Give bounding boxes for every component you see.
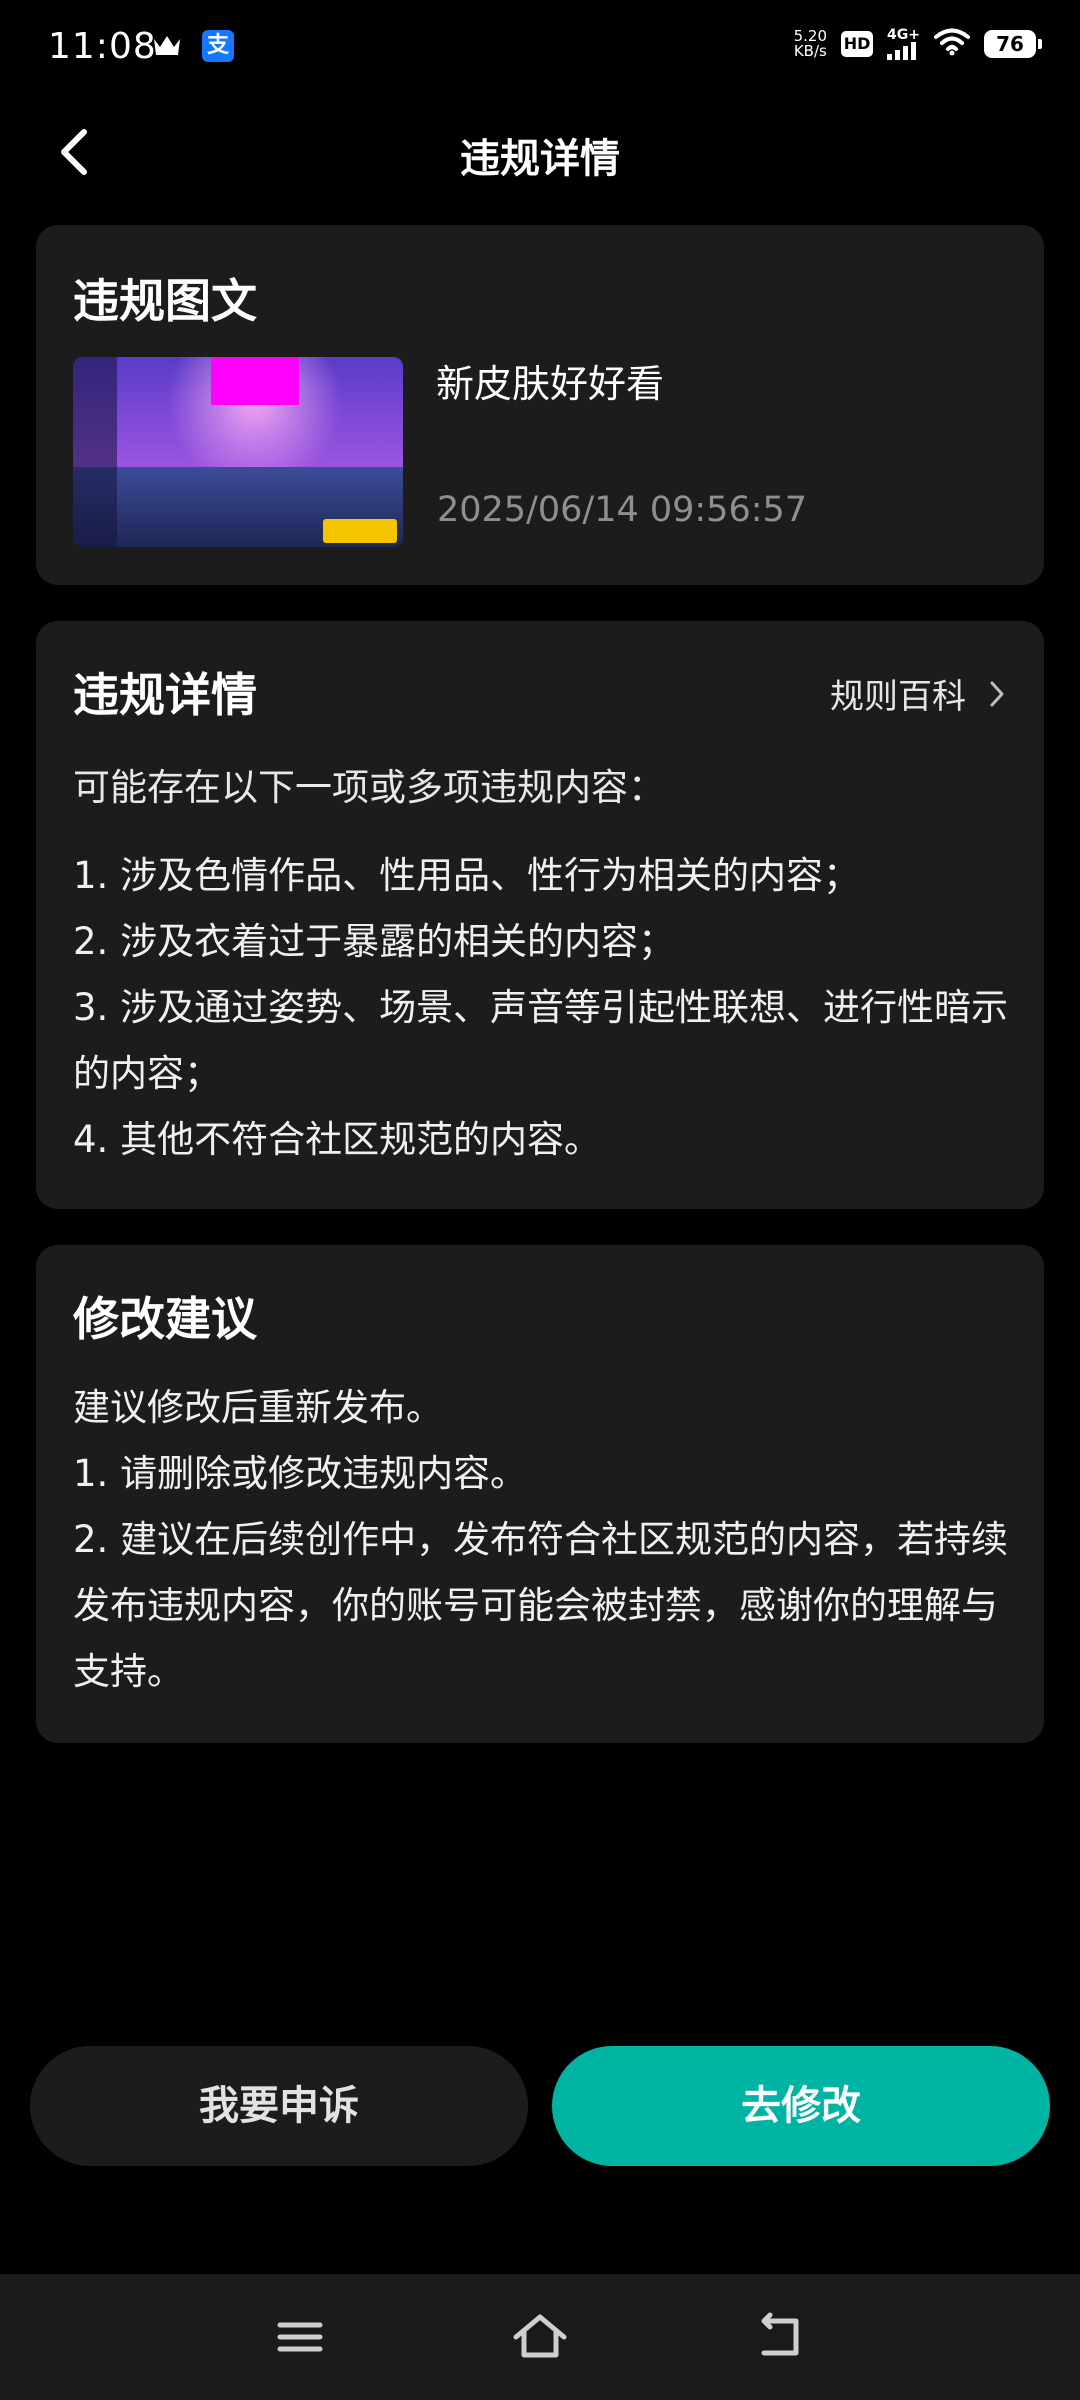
network-type: 4G+ <box>887 27 920 43</box>
hd-badge: HD <box>841 31 874 57</box>
chevron-right-icon <box>990 681 1004 706</box>
violation-item: 3. 涉及通过姿势、场景、声音等引起性联想、进行性暗示的内容； <box>73 986 1009 1095</box>
suggestion-body: 建议修改后重新发布。 1. 请删除或修改违规内容。 2. 建议在后续创作中，发布… <box>73 1375 1013 1705</box>
violation-item: 4. 其他不符合社区规范的内容。 <box>73 1118 602 1161</box>
cellular-signal-icon: 4G+ <box>887 28 920 60</box>
alipay-icon: 支 <box>202 30 234 62</box>
violation-post-card: 违规图文 新皮肤好好看 2025/06/14 09:56:57 <box>36 225 1044 585</box>
appeal-button[interactable]: 我要申诉 <box>30 2046 528 2166</box>
rules-wiki-label: 规则百科 <box>830 677 966 717</box>
crown-icon <box>152 33 182 59</box>
menu-icon <box>277 2322 323 2352</box>
violation-intro: 可能存在以下一项或多项违规内容： <box>73 766 665 809</box>
violation-item: 2. 涉及衣着过于暴露的相关的内容； <box>73 920 676 963</box>
header: 违规详情 <box>0 110 1080 194</box>
modify-button[interactable]: 去修改 <box>552 2046 1050 2166</box>
wifi-icon <box>934 28 970 60</box>
post-thumbnail[interactable] <box>73 357 403 547</box>
suggestion-line: 2. 建议在后续创作中，发布符合社区规范的内容，若持续发布违规内容，你的账号可能… <box>73 1518 1009 1693</box>
violation-item: 1. 涉及色情作品、性用品、性行为相关的内容； <box>73 854 861 897</box>
network-speed: 5.20 KB/s <box>794 29 827 59</box>
suggestion-title: 修改建议 <box>73 1292 257 1346</box>
violation-list: 1. 涉及色情作品、性用品、性行为相关的内容； 2. 涉及衣着过于暴露的相关的内… <box>73 843 1013 1173</box>
rules-wiki-link[interactable]: 规则百科 <box>830 669 1006 718</box>
nav-menu-button[interactable] <box>270 2307 330 2367</box>
suggestion-card: 修改建议 建议修改后重新发布。 1. 请删除或修改违规内容。 2. 建议在后续创… <box>36 1245 1044 1743</box>
post-timestamp: 2025/06/14 09:56:57 <box>437 490 808 530</box>
violation-post-title: 违规图文 <box>73 274 257 328</box>
nav-home-button[interactable] <box>510 2307 570 2367</box>
thumbnail-mask <box>211 357 299 405</box>
back-arrow-icon <box>761 2312 799 2356</box>
violation-detail-card: 违规详情 规则百科 可能存在以下一项或多项违规内容： 1. 涉及色情作品、性用品… <box>36 621 1044 1209</box>
status-left-icons: 支 <box>152 30 234 62</box>
suggestion-line: 建议修改后重新发布。 <box>73 1386 443 1429</box>
home-icon <box>513 2314 567 2358</box>
nav-back-button[interactable] <box>750 2307 810 2367</box>
network-speed-unit: KB/s <box>793 42 827 60</box>
suggestion-line: 1. 请删除或修改违规内容。 <box>73 1452 528 1495</box>
system-navigation-bar <box>0 2274 1080 2400</box>
violation-detail-title: 违规详情 <box>73 668 257 722</box>
page-title: 违规详情 <box>460 136 620 182</box>
post-text: 新皮肤好好看 <box>436 362 665 406</box>
status-bar: 11:08 支 5.20 KB/s HD 4G+ 76 <box>0 0 1080 100</box>
battery-icon: 76 <box>984 30 1042 58</box>
status-right-icons: 5.20 KB/s HD 4G+ 76 <box>794 28 1042 60</box>
status-time: 11:08 <box>48 26 157 67</box>
